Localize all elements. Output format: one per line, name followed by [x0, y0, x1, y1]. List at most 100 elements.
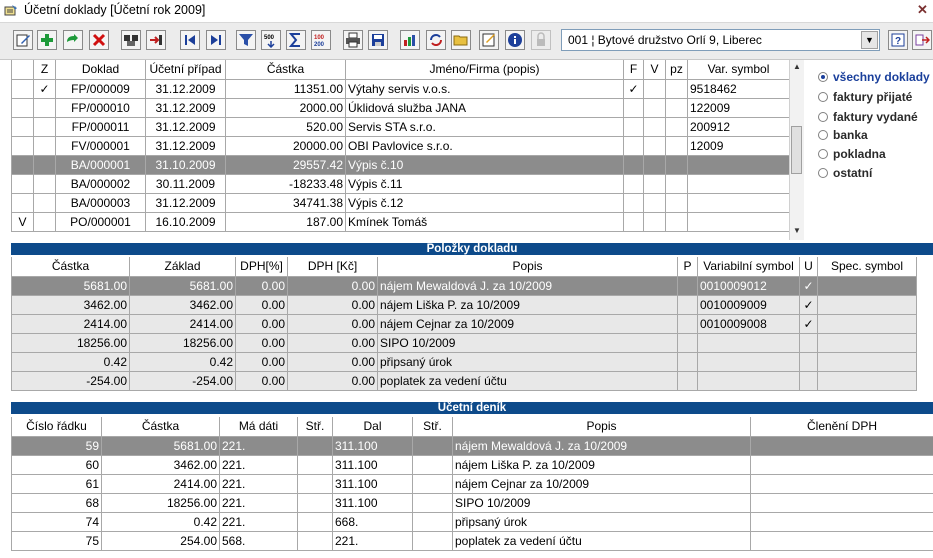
- info-icon[interactable]: [505, 30, 525, 50]
- radio-icon[interactable]: [818, 168, 828, 178]
- filter-radio[interactable]: pokladna: [818, 145, 886, 163]
- polozka-row[interactable]: 3462.00 3462.00 0.00 0.00 nájem Liška P. za …: [11, 294, 917, 315]
- column-header: Popis: [377, 257, 678, 277]
- polozka-row[interactable]: 5681.00 5681.00 0.00 0.00 nájem Mewaldová J.…: [11, 275, 917, 296]
- doklad-row[interactable]: BA/000003 31.12.2009 34741.38 Výpis č.12: [11, 192, 790, 213]
- doklad-cell-nazev: Výpis č.11: [345, 173, 624, 194]
- polozka-cell-u: [799, 370, 818, 391]
- doklad-cell-castka: 11351.00: [225, 78, 346, 99]
- filter-radio[interactable]: faktury vydané: [818, 108, 918, 126]
- doklad-cell-mark: [11, 135, 34, 156]
- add-copy-icon[interactable]: [63, 30, 83, 50]
- denik-cell-dal: 311.100: [332, 492, 413, 513]
- doklad-row[interactable]: FP/000011 31.12.2009 520.00 Servis STA s.r.…: [11, 116, 790, 137]
- last-icon[interactable]: [206, 30, 226, 50]
- doklad-cell-mark: [11, 154, 34, 175]
- save-icon[interactable]: [368, 30, 388, 50]
- svg-text:200: 200: [314, 42, 325, 48]
- denik-cell-castka: 2414.00: [101, 473, 220, 494]
- polozka-row[interactable]: 2414.00 2414.00 0.00 0.00 nájem Cejnar za 10…: [11, 313, 917, 334]
- radio-icon[interactable]: [818, 130, 828, 140]
- notes-icon[interactable]: [479, 30, 499, 50]
- filter-radio[interactable]: faktury přijaté: [818, 88, 912, 106]
- column-header: U: [799, 257, 818, 277]
- chevron-down-icon[interactable]: ▼: [861, 31, 878, 49]
- doklad-cell-pz: [665, 211, 688, 232]
- doklad-cell-v: [643, 173, 666, 194]
- radio-icon[interactable]: [818, 72, 828, 82]
- doklad-cell-doklad: BA/000002: [55, 173, 146, 194]
- refresh-icon[interactable]: [426, 30, 446, 50]
- edit-icon[interactable]: [13, 30, 33, 50]
- search-icon[interactable]: [121, 30, 141, 50]
- denik-cell-dph: [750, 435, 933, 456]
- doklad-cell-vs: [687, 192, 790, 213]
- column-header: Stř.: [412, 417, 453, 437]
- radio-icon[interactable]: [818, 149, 828, 159]
- help-icon[interactable]: ?: [888, 30, 908, 50]
- doklad-cell-vs: 122009: [687, 97, 790, 118]
- denik-cell-popis: nájem Liška P. za 10/2009: [452, 454, 751, 475]
- column-header: Spec. symbol: [817, 257, 917, 277]
- denik-cell-str1: [297, 511, 333, 532]
- doklady-scrollbar[interactable]: ▲ ▼: [789, 60, 804, 240]
- doklad-cell-pz: [665, 192, 688, 213]
- denik-row[interactable]: 75 254.00 568. 221. poplatek za vedení účtu: [11, 530, 933, 551]
- denik-row[interactable]: 68 18256.00 221. 311.100 SIPO 10/2009: [11, 492, 933, 513]
- calculator-icon[interactable]: 100 200: [311, 30, 331, 50]
- filter-icon[interactable]: [236, 30, 256, 50]
- doklad-cell-v: [643, 97, 666, 118]
- filter-radio[interactable]: ostatní: [818, 164, 872, 182]
- filter-radio[interactable]: všechny doklady: [818, 68, 930, 86]
- polozka-row[interactable]: -254.00 -254.00 0.00 0.00 poplatek za vedení…: [11, 370, 917, 391]
- chart-icon[interactable]: [400, 30, 420, 50]
- app-icon: [4, 5, 17, 16]
- polozka-row[interactable]: 18256.00 18256.00 0.00 0.00 SIPO 10/2009: [11, 332, 917, 353]
- denik-row[interactable]: 74 0.42 221. 668. připsaný úrok: [11, 511, 933, 532]
- doklad-row[interactable]: ✓ FP/000009 31.12.2009 11351.00 Výtahy servi…: [11, 78, 790, 99]
- denik-row[interactable]: 61 2414.00 221. 311.100 nájem Cejnar za 10/2…: [11, 473, 933, 494]
- sigma-icon[interactable]: [286, 30, 306, 50]
- column-header: Členění DPH: [750, 417, 933, 437]
- doklad-row[interactable]: FV/000001 31.12.2009 20000.00 OBI Pavlovice…: [11, 135, 790, 156]
- lock-icon[interactable]: [531, 30, 551, 50]
- denik-cell-popis: SIPO 10/2009: [452, 492, 751, 513]
- radio-icon[interactable]: [818, 112, 828, 122]
- doklad-row[interactable]: BA/000001 31.10.2009 29557.42 Výpis č.10: [11, 154, 790, 175]
- close-icon[interactable]: ✕: [914, 2, 931, 18]
- radio-icon[interactable]: [818, 92, 828, 102]
- doklad-cell-f: [623, 97, 644, 118]
- doklad-cell-f: [623, 116, 644, 137]
- filter-radio[interactable]: banka: [818, 126, 868, 144]
- print-icon[interactable]: [343, 30, 363, 50]
- denik-row[interactable]: 60 3462.00 221. 311.100 nájem Liška P. za 10…: [11, 454, 933, 475]
- doklad-row[interactable]: BA/000002 30.11.2009 -18233.48 Výpis č.11: [11, 173, 790, 194]
- doklad-cell-datum: 31.12.2009: [145, 97, 226, 118]
- doklad-cell-pz: [665, 116, 688, 137]
- first-icon[interactable]: [180, 30, 200, 50]
- polozka-cell-castka: 18256.00: [11, 332, 130, 353]
- denik-row[interactable]: 59 5681.00 221. 311.100 nájem Mewaldová J. z…: [11, 435, 933, 456]
- doklad-cell-f: [623, 192, 644, 213]
- polozka-row[interactable]: 0.42 0.42 0.00 0.00 připsaný úrok: [11, 351, 917, 372]
- doklad-cell-v: [643, 211, 666, 232]
- add-icon[interactable]: [37, 30, 57, 50]
- doklad-row[interactable]: V PO/000001 16.10.2009 187.00 Kmínek Tomáš: [11, 211, 790, 232]
- doklad-cell-castka: 520.00: [225, 116, 346, 137]
- exit-icon[interactable]: [912, 30, 932, 50]
- delete-icon[interactable]: [89, 30, 109, 50]
- scroll-up-icon[interactable]: ▲: [790, 60, 804, 74]
- polozka-cell-zaklad: -254.00: [129, 370, 236, 391]
- sum-icon[interactable]: 500: [261, 30, 281, 50]
- scroll-thumb[interactable]: [791, 126, 802, 174]
- doklad-row[interactable]: FP/000010 31.12.2009 2000.00 Úklidová služb…: [11, 97, 790, 118]
- column-header: Z: [33, 60, 56, 80]
- company-select[interactable]: 001 ¦ Bytové družstvo Orlí 9, Liberec ▼: [561, 29, 880, 51]
- polozka-cell-dphp: 0.00: [235, 351, 288, 372]
- denik-cell-str1: [297, 473, 333, 494]
- open-folder-icon[interactable]: [451, 30, 471, 50]
- export-icon[interactable]: [146, 30, 166, 50]
- company-select-value: 001 ¦ Bytové družstvo Orlí 9, Liberec: [568, 33, 762, 47]
- scroll-down-icon[interactable]: ▼: [790, 224, 804, 238]
- doklad-cell-f: [623, 173, 644, 194]
